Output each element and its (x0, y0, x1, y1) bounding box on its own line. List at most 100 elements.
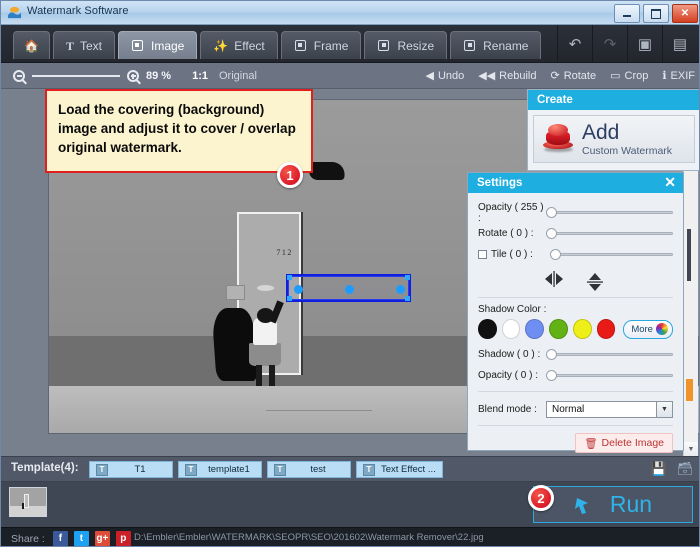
feedback-icon[interactable]: ▣ (627, 25, 662, 63)
template-save-group: 💾 🗃 (651, 460, 693, 477)
shadow-slider[interactable] (546, 348, 673, 361)
minimize-button[interactable] (614, 4, 640, 23)
rotate-knob[interactable] (546, 228, 557, 239)
rotate-icon: ⟳ (550, 69, 560, 82)
google-plus-icon[interactable]: g+ (94, 531, 110, 546)
watermark-selection[interactable] (286, 274, 411, 302)
exif-button[interactable]: ℹ EXIF (662, 70, 695, 82)
selection-handle-center[interactable] (345, 285, 354, 294)
add-custom-watermark-button[interactable]: Add Custom Watermark (533, 115, 695, 163)
template-item-test[interactable]: T test (267, 461, 351, 478)
rebuild-arrow-icon: ◀◀ (478, 69, 496, 82)
crop-button[interactable]: ▭ Crop (610, 70, 648, 82)
rotate-slider[interactable] (546, 227, 673, 240)
redo-icon[interactable]: ↷ (592, 25, 627, 63)
rebuild-button[interactable]: ◀◀ Rebuild (478, 70, 536, 82)
save-icon[interactable]: 💾 (651, 460, 667, 477)
settings-body: Opacity ( 255 ) : Rotate ( 0 ) : Tile ( … (468, 193, 683, 453)
selection-corner-tl[interactable] (287, 275, 292, 280)
rotate-label: Rotate (563, 70, 597, 82)
opacity-row: Opacity ( 255 ) : (478, 202, 673, 224)
swatch-red[interactable] (596, 319, 616, 339)
original-label[interactable]: Original (219, 70, 257, 82)
help-icon[interactable]: ▤ (662, 25, 697, 63)
tab-frame[interactable]: Frame (280, 31, 362, 59)
crop-icon: ▭ (610, 69, 621, 82)
delete-row: 🗑 Delete Image (478, 433, 673, 453)
template-bar: Template(4): T T1 T template1 T test T T… (1, 456, 699, 482)
maximize-button[interactable] (643, 4, 669, 23)
selection-handle-left[interactable] (294, 285, 303, 294)
selection-corner-bl[interactable] (287, 296, 292, 301)
swatch-blue[interactable] (525, 319, 545, 339)
selection-corner-tr[interactable] (405, 275, 410, 280)
template-name: template1 (208, 464, 250, 475)
one-to-one-button[interactable]: 1:1 (192, 70, 208, 82)
zoom-slider[interactable] (32, 75, 120, 77)
template-item-template1[interactable]: T template1 (178, 461, 262, 478)
tab-image[interactable]: Image (117, 31, 198, 59)
settings-header: Settings ✕ (468, 173, 683, 193)
template-item-t1[interactable]: T T1 (89, 461, 173, 478)
flip-horizontal-icon[interactable] (543, 271, 565, 287)
selection-handle-right[interactable] (396, 285, 405, 294)
tile-slider[interactable] (550, 248, 673, 261)
tab-resize[interactable]: Resize (364, 31, 448, 59)
opacity-slider[interactable] (546, 206, 673, 219)
shadow-opacity-track (546, 374, 673, 377)
scroll-down-icon[interactable]: ▼ (684, 442, 698, 456)
tab-text[interactable]: T Text (52, 31, 115, 59)
settings-panel: Settings ✕ Opacity ( 255 ) : Rotate ( 0 … (467, 172, 684, 453)
tab-bar: 🏠 T Text Image ✨ Effect Frame Resize Ren… (1, 25, 699, 63)
blend-mode-value: Normal (552, 403, 585, 415)
undo-icon[interactable]: ↶ (557, 25, 592, 63)
stamp-icon (541, 124, 575, 154)
zoom-out-icon[interactable] (13, 70, 25, 82)
more-colors-button[interactable]: More (623, 319, 673, 339)
shadow-opacity-slider[interactable] (546, 369, 673, 382)
tab-home[interactable]: 🏠 (13, 31, 50, 59)
swatch-white[interactable] (501, 319, 521, 339)
rotate-button[interactable]: ⟳ Rotate (550, 70, 596, 82)
shadow-track (546, 353, 673, 356)
tab-frame-label: Frame (313, 38, 349, 53)
twitter-icon[interactable]: t (73, 531, 89, 546)
shadow-knob[interactable] (546, 349, 557, 360)
tile-knob[interactable] (550, 249, 561, 260)
tab-rename[interactable]: Rename (450, 31, 542, 59)
chevron-down-icon[interactable]: ▼ (656, 401, 672, 417)
save-as-icon[interactable]: 🗃 (677, 460, 694, 477)
pinterest-icon[interactable]: p (115, 531, 131, 546)
tab-effect[interactable]: ✨ Effect (200, 31, 278, 59)
swatch-black[interactable] (478, 319, 497, 339)
more-label: More (631, 323, 653, 335)
title-action-group: ↶ ↷ ▣ ▤ (557, 25, 697, 63)
blend-mode-select[interactable]: Normal ▼ (546, 400, 673, 418)
rotate-label: Rotate ( 0 ) : (478, 228, 534, 239)
tab-rename-label: Rename (483, 38, 529, 53)
close-icon[interactable]: ✕ (664, 175, 676, 190)
text-icon: T (65, 38, 74, 53)
share-label: Share : (11, 532, 45, 545)
divider-1 (478, 297, 673, 298)
flip-vertical-icon[interactable] (586, 271, 609, 291)
crop-label: Crop (624, 70, 649, 82)
zoom-in-icon[interactable] (127, 70, 139, 82)
swatch-yellow[interactable] (572, 319, 592, 339)
delete-image-label: Delete Image (601, 437, 664, 449)
scrollbar-highlight (686, 379, 693, 401)
close-button[interactable]: ✕ (672, 4, 698, 23)
facebook-icon[interactable]: f (52, 531, 68, 546)
undo-button[interactable]: ◀ Undo (425, 70, 464, 82)
tile-checkbox[interactable] (478, 250, 487, 259)
delete-image-button[interactable]: 🗑 Delete Image (575, 433, 673, 453)
image-thumbnail[interactable] (9, 487, 47, 517)
template-item-text-effect[interactable]: T Text Effect ... (356, 461, 443, 478)
swatch-green[interactable] (549, 319, 568, 339)
run-button[interactable]: Run (533, 486, 693, 523)
shadow-opacity-knob[interactable] (546, 370, 557, 381)
selection-corner-br[interactable] (405, 296, 410, 301)
file-path: D:\Embler\Embler\WATERMARK\SEOPR\SEO\201… (134, 532, 484, 543)
color-wheel-icon (655, 323, 668, 335)
opacity-knob[interactable] (546, 207, 557, 218)
